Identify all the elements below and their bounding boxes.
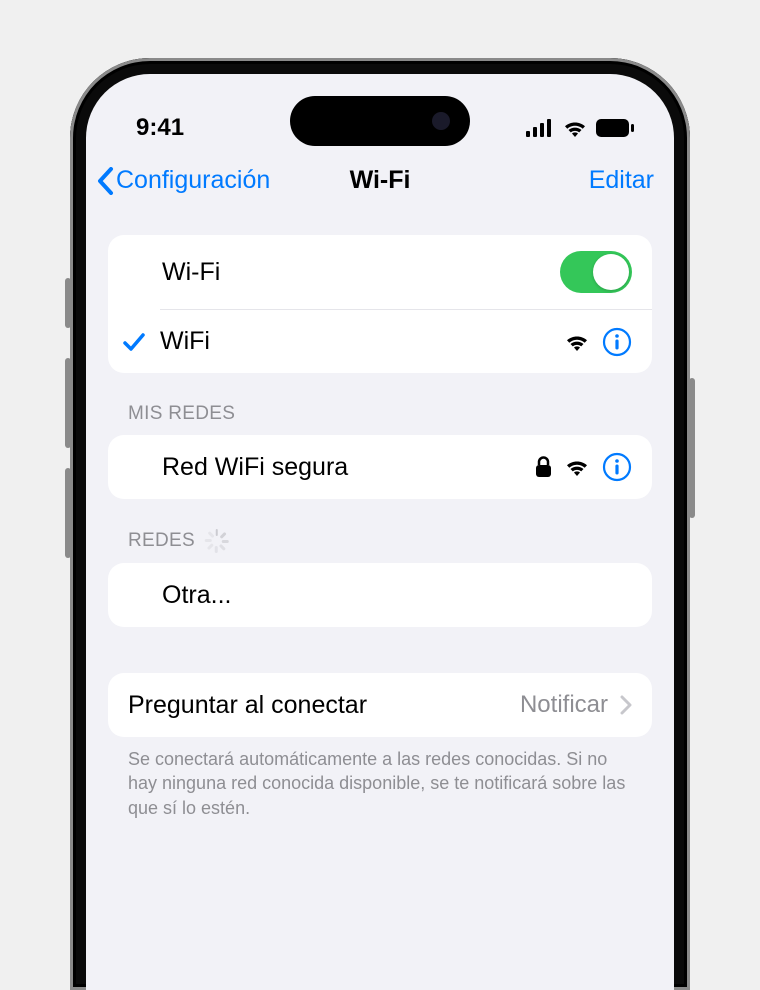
wifi-status-icon (562, 118, 588, 138)
wifi-signal-icon (564, 457, 590, 477)
back-label: Configuración (116, 166, 270, 195)
wifi-toggle-card: Wi-Fi WiFi (108, 235, 652, 373)
my-network-name: Red WiFi segura (162, 453, 535, 482)
hardware-mute-switch (65, 278, 71, 328)
info-icon[interactable] (602, 452, 632, 482)
chevron-left-icon (96, 167, 114, 195)
ask-to-join-value: Notificar (520, 691, 608, 719)
navigation-bar: Configuración Wi-Fi Editar (86, 152, 674, 215)
cellular-signal-icon (526, 119, 554, 137)
edit-button[interactable]: Editar (589, 166, 654, 195)
battery-icon (596, 119, 634, 137)
networks-header: REDES (108, 499, 652, 563)
screen: 9:41 Configuración Wi-Fi Editar Wi-Fi (86, 74, 674, 990)
wifi-toggle-switch[interactable] (560, 251, 632, 293)
my-networks-header: MIS REDES (108, 373, 652, 435)
page-title: Wi-Fi (350, 166, 411, 195)
chevron-right-icon (620, 695, 632, 715)
other-network-row[interactable]: Otra... (108, 563, 652, 627)
networks-header-label: REDES (128, 530, 195, 552)
hardware-side-button (689, 378, 695, 518)
dynamic-island (290, 96, 470, 146)
my-networks-card: Red WiFi segura (108, 435, 652, 499)
wifi-signal-icon (564, 332, 590, 352)
connected-network-name: WiFi (160, 327, 564, 356)
ask-to-join-footer: Se conectará automáticamente a las redes… (108, 737, 652, 820)
loading-spinner-icon (205, 529, 229, 553)
hardware-volume-down (65, 468, 71, 558)
phone-frame: 9:41 Configuración Wi-Fi Editar Wi-Fi (70, 58, 690, 990)
wifi-toggle-row: Wi-Fi (108, 235, 652, 309)
ask-to-join-card: Preguntar al conectar Notificar (108, 673, 652, 737)
connected-network-row[interactable]: WiFi (160, 309, 652, 373)
ask-to-join-label: Preguntar al conectar (128, 691, 520, 720)
wifi-toggle-label: Wi-Fi (162, 258, 560, 287)
other-network-label: Otra... (162, 581, 632, 610)
networks-card: Otra... (108, 563, 652, 627)
ask-to-join-row[interactable]: Preguntar al conectar Notificar (108, 673, 652, 737)
info-icon[interactable] (602, 327, 632, 357)
checkmark-icon (122, 331, 146, 353)
back-button[interactable]: Configuración (96, 166, 270, 195)
hardware-volume-up (65, 358, 71, 448)
status-time: 9:41 (136, 114, 184, 142)
lock-icon (535, 456, 552, 478)
my-network-row[interactable]: Red WiFi segura (108, 435, 652, 499)
